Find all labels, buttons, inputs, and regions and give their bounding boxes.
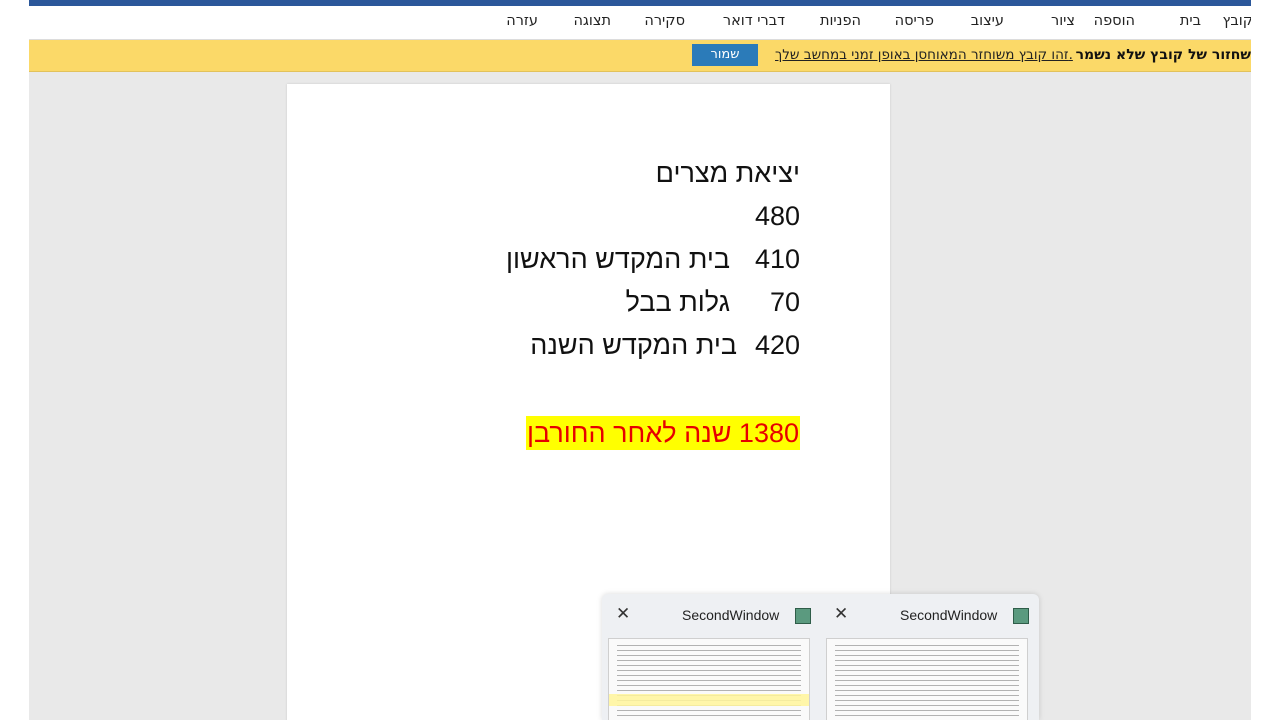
- row-label: בית המקדש הראשון: [506, 244, 730, 274]
- tab-review[interactable]: סקירה: [644, 13, 685, 29]
- row-number: 480: [754, 201, 800, 231]
- left-margin: [0, 0, 29, 720]
- thumbnail-title: SecondWindow: [682, 607, 780, 623]
- right-margin: [1251, 0, 1280, 720]
- row-number: 70: [769, 287, 800, 317]
- document-row: 480: [287, 201, 890, 235]
- document-row: 70 גלות בבל: [287, 287, 890, 321]
- word-app-window: קובץ בית הוספה ציור עיצוב פריסה הפניות ד…: [29, 0, 1251, 720]
- ribbon-tabs: קובץ בית הוספה ציור עיצוב פריסה הפניות ד…: [29, 6, 1251, 40]
- taskbar-thumbnail-popup: ✕ SecondWindow ✕ SecondWindow: [602, 594, 1039, 720]
- tab-view[interactable]: תצוגה: [573, 13, 611, 29]
- document-heading: יציאת מצרים: [655, 158, 800, 188]
- preview-text-lines: [617, 645, 801, 720]
- window-thumbnail[interactable]: ✕ SecondWindow: [602, 594, 811, 720]
- thumbnail-title: SecondWindow: [900, 607, 998, 623]
- tab-help[interactable]: עזרה: [506, 13, 538, 29]
- preview-highlight: [609, 694, 809, 706]
- save-button[interactable]: שמור: [692, 44, 758, 66]
- tab-references[interactable]: הפניות: [820, 13, 861, 29]
- recovery-notification-bar: שחזור של קובץ שלא נשמר זהו קובץ משוחזר ה…: [29, 40, 1251, 72]
- tab-mailings[interactable]: דברי דואר: [723, 13, 785, 29]
- row-label: בית המקדש השנה: [530, 330, 737, 360]
- app-icon: [795, 608, 811, 624]
- close-icon[interactable]: ✕: [834, 604, 848, 624]
- notification-title: שחזור של קובץ שלא נשמר: [1075, 47, 1251, 63]
- document-row: 410 בית המקדש הראשון: [287, 244, 890, 278]
- row-number: 420: [754, 330, 800, 360]
- thumbnail-preview-image: [608, 638, 810, 720]
- tab-layout[interactable]: פריסה: [895, 13, 934, 29]
- row-label: גלות בבל: [625, 287, 730, 317]
- thumbnail-preview-image: [826, 638, 1028, 720]
- tab-draw[interactable]: ציור: [1051, 13, 1075, 29]
- tab-design[interactable]: עיצוב: [971, 13, 1004, 29]
- app-icon: [1013, 608, 1029, 624]
- tab-insert[interactable]: הוספה: [1094, 13, 1135, 29]
- tab-file[interactable]: קובץ: [1223, 13, 1251, 29]
- close-icon[interactable]: ✕: [616, 604, 630, 624]
- window-thumbnail[interactable]: ✕ SecondWindow: [820, 594, 1029, 720]
- row-number: 410: [754, 244, 800, 274]
- highlighted-text: 1380 שנה לאחר החורבן: [525, 416, 800, 450]
- notification-message-link[interactable]: זהו קובץ משוחזר המאוחסן באופן זמני במחשב…: [775, 47, 1073, 63]
- tab-home[interactable]: בית: [1180, 13, 1201, 29]
- preview-text-lines: [835, 645, 1019, 720]
- document-row: 420 בית המקדש השנה: [287, 330, 890, 364]
